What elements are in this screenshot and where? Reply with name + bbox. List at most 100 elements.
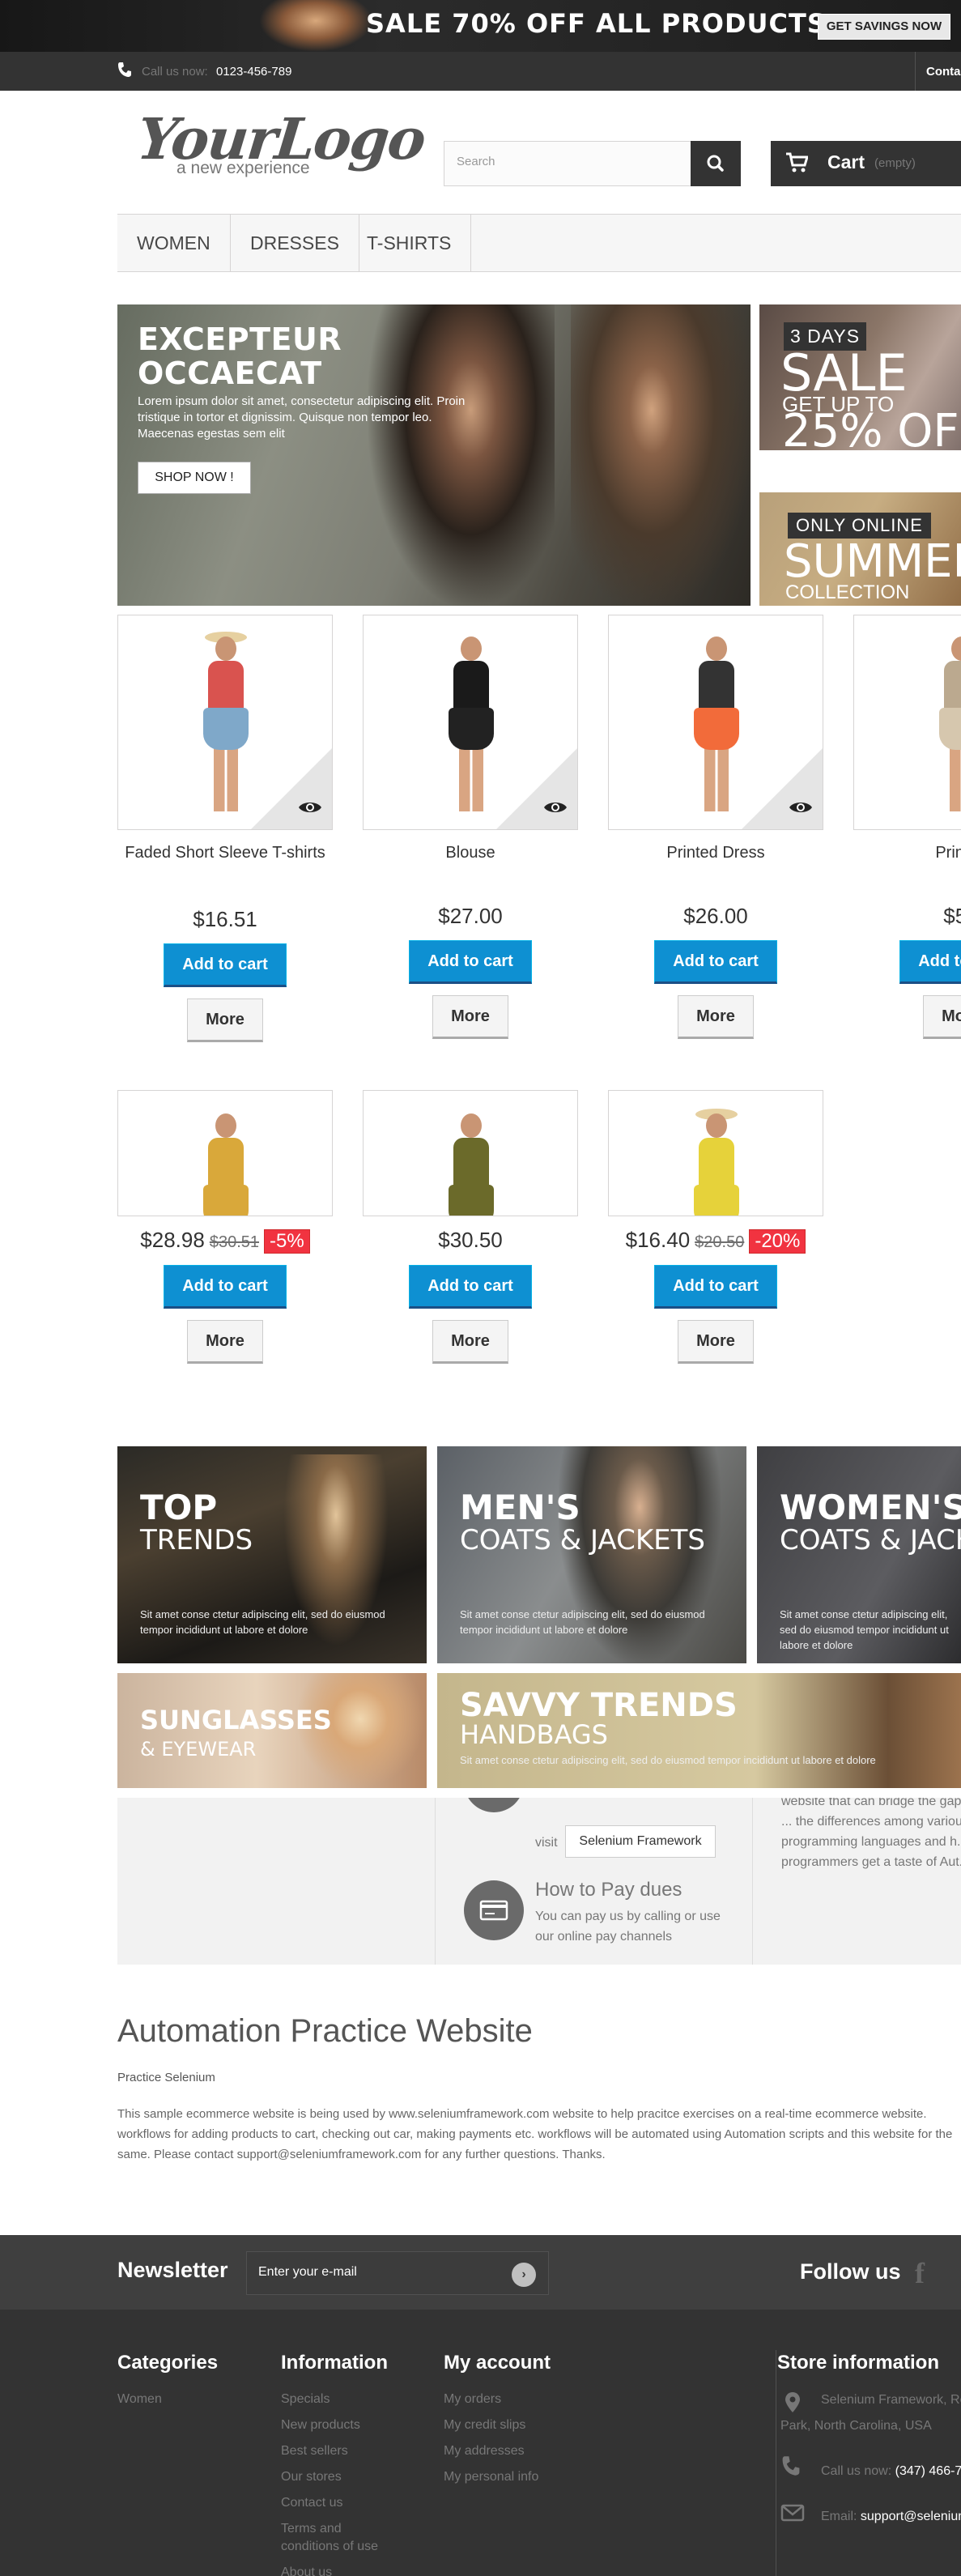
more-button[interactable]: More: [678, 995, 754, 1039]
category-title: TOP: [140, 1488, 218, 1527]
promo-banner[interactable]: SALE 70% OFF ALL PRODUCTS GET SAVINGS NO…: [0, 0, 961, 52]
more-button[interactable]: More: [432, 995, 508, 1039]
product-price: $30.50: [363, 1228, 578, 1253]
more-button[interactable]: More: [678, 1320, 754, 1364]
category-subtitle: HANDBAGS: [460, 1719, 608, 1750]
add-to-cart-button[interactable]: Add to cart: [654, 940, 777, 984]
eye-icon[interactable]: [298, 798, 322, 816]
slider-man-image: [571, 304, 751, 606]
product-price: $28.98 $30.51 -5%: [117, 1228, 333, 1254]
main-menu: WOMEN DRESSES T-SHIRTS: [117, 214, 961, 272]
search-button[interactable]: [691, 141, 741, 186]
product-card[interactable]: $28.98 $30.51 -5% Add to cart More: [117, 1090, 333, 1382]
add-to-cart-button[interactable]: Add to cart: [654, 1265, 777, 1309]
pay-dues-text: You can pay us by calling or use our onl…: [535, 1910, 721, 1944]
sale-banner-percent: 25% OFF: [782, 405, 961, 450]
more-button[interactable]: More: [187, 998, 263, 1042]
newsletter-email-input[interactable]: Enter your e-mail: [246, 2251, 549, 2295]
store-email-label: Email:: [821, 2510, 857, 2523]
promo-text: SALE 70% OFF ALL PRODUCTS: [366, 8, 827, 39]
footer-link-credit-slips[interactable]: My credit slips: [444, 2416, 525, 2434]
search-input[interactable]: Search: [444, 141, 691, 186]
more-button[interactable]: More: [432, 1320, 508, 1364]
credit-card-icon: [464, 1880, 524, 1940]
product-image[interactable]: [363, 1090, 578, 1216]
about-title: Automation Practice Website: [117, 2013, 533, 2049]
product-current-price: $28.98: [140, 1228, 205, 1252]
shop-now-button[interactable]: SHOP NOW !: [138, 462, 251, 494]
category-banner-handbags[interactable]: SAVVY TRENDS HANDBAGS Sit amet conse cte…: [437, 1673, 961, 1788]
store-call-label: Call us now:: [821, 2464, 892, 2478]
eye-icon[interactable]: [543, 798, 568, 816]
product-card[interactable]: Blouse $27.00 Add to cart More: [363, 615, 578, 1052]
product-image[interactable]: [853, 615, 961, 830]
footer-link-terms[interactable]: Terms and: [281, 2520, 342, 2538]
category-banner-mens-coats[interactable]: MEN'S COATS & JACKETS Sit amet conse cte…: [437, 1446, 746, 1663]
more-button[interactable]: More: [187, 1320, 263, 1364]
cart-button[interactable]: Cart (empty): [771, 141, 961, 186]
product-name[interactable]: Printed Dress: [608, 841, 823, 864]
product-card[interactable]: Faded Short Sleeve T-shirts $16.51 Add to …: [117, 615, 333, 1052]
product-price: $27.00: [438, 904, 503, 928]
product-image[interactable]: [117, 1090, 333, 1216]
model-bottom: [694, 1185, 739, 1216]
model-bottom: [203, 1185, 249, 1216]
footer-link-women[interactable]: Women: [117, 2391, 162, 2408]
footer-link-personal-info[interactable]: My personal info: [444, 2468, 538, 2486]
footer-link-new-products[interactable]: New products: [281, 2416, 360, 2434]
newsletter-submit-icon[interactable]: ›: [512, 2263, 536, 2287]
contact-us-link[interactable]: Contact us: [926, 65, 961, 79]
discount-badge: -5%: [264, 1229, 310, 1254]
footer-link-our-stores[interactable]: Our stores: [281, 2468, 342, 2486]
add-to-cart-button[interactable]: Add to cart: [409, 1265, 532, 1309]
add-to-cart-button[interactable]: Add to cart: [164, 943, 287, 987]
cart-status: (empty): [874, 156, 916, 170]
product-name[interactable]: Faded Short Sleeve T-shirts: [117, 841, 333, 864]
search-icon: [707, 155, 724, 172]
add-to-cart-button[interactable]: Add to cart: [899, 940, 961, 984]
sale-banner[interactable]: 3 DAYS SALE GET UP TO 25% OFF: [759, 304, 961, 450]
product-old-price: $20.50: [695, 1233, 745, 1251]
footer-link-addresses[interactable]: My addresses: [444, 2442, 525, 2460]
product-name[interactable]: Printed: [853, 841, 961, 864]
menu-item-women[interactable]: WOMEN: [117, 215, 231, 271]
category-banner-womens-coats[interactable]: WOMEN'S COATS & JACKETS Sit amet conse c…: [757, 1446, 961, 1663]
facebook-icon[interactable]: f: [915, 2256, 925, 2290]
footer-link-my-orders[interactable]: My orders: [444, 2391, 501, 2408]
product-image[interactable]: [608, 615, 823, 830]
product-card[interactable]: Printed $50 Add to cart More: [853, 615, 961, 1052]
menu-item-dresses[interactable]: DRESSES: [231, 215, 359, 271]
product-card[interactable]: Printed Dress $26.00 Add to cart More: [608, 615, 823, 1052]
model-bottom: [694, 708, 739, 750]
product-name[interactable]: Blouse: [363, 841, 578, 864]
homepage-slider[interactable]: EXCEPTEUR OCCAECAT Lorem ipsum dolor sit…: [117, 304, 751, 606]
footer-link-about-us[interactable]: About us: [281, 2564, 332, 2576]
menu-item-tshirts[interactable]: T-SHIRTS: [347, 215, 472, 271]
more-button[interactable]: More: [923, 995, 961, 1039]
summer-banner[interactable]: ONLY ONLINE SUMMER COLLECTION: [759, 492, 961, 606]
product-card[interactable]: $30.50 Add to cart More: [363, 1090, 578, 1382]
product-image[interactable]: [117, 615, 333, 830]
footer-link-contact-us[interactable]: Contact us: [281, 2494, 342, 2512]
product-image[interactable]: [363, 615, 578, 830]
product-image[interactable]: [608, 1090, 823, 1216]
add-to-cart-button[interactable]: Add to cart: [409, 940, 532, 984]
footer-link-specials[interactable]: Specials: [281, 2391, 330, 2408]
footer-link-terms-cont[interactable]: conditions of use: [281, 2538, 378, 2556]
slider-description: Lorem ipsum dolor sit amet, consectetur …: [138, 394, 466, 441]
category-banner-sunglasses[interactable]: SUNGLASSES & EYEWEAR: [117, 1673, 427, 1788]
about-body: This sample ecommerce website is being u…: [117, 2107, 953, 2161]
store-email: Email: support@seleniumf: [821, 2504, 961, 2530]
product-card[interactable]: $16.40 $20.50 -20% Add to cart More: [608, 1090, 823, 1382]
eye-icon[interactable]: [789, 798, 813, 816]
store-email-link[interactable]: support@seleniumf: [861, 2510, 961, 2523]
info-icon-circle: [464, 1798, 524, 1812]
add-to-cart-button[interactable]: Add to cart: [164, 1265, 287, 1309]
footer-link-best-sellers[interactable]: Best sellers: [281, 2442, 348, 2460]
category-banner-top-trends[interactable]: TOP TRENDS Sit amet conse ctetur adipisc…: [117, 1446, 427, 1663]
selenium-framework-button[interactable]: Selenium Framework: [565, 1825, 716, 1858]
sale-banner-title: SALE: [780, 343, 908, 402]
category-text: Sit amet conse ctetur adipiscing elit, s…: [460, 1608, 705, 1636]
product-price: $26.00: [683, 904, 748, 928]
get-savings-button[interactable]: GET SAVINGS NOW: [818, 14, 950, 40]
